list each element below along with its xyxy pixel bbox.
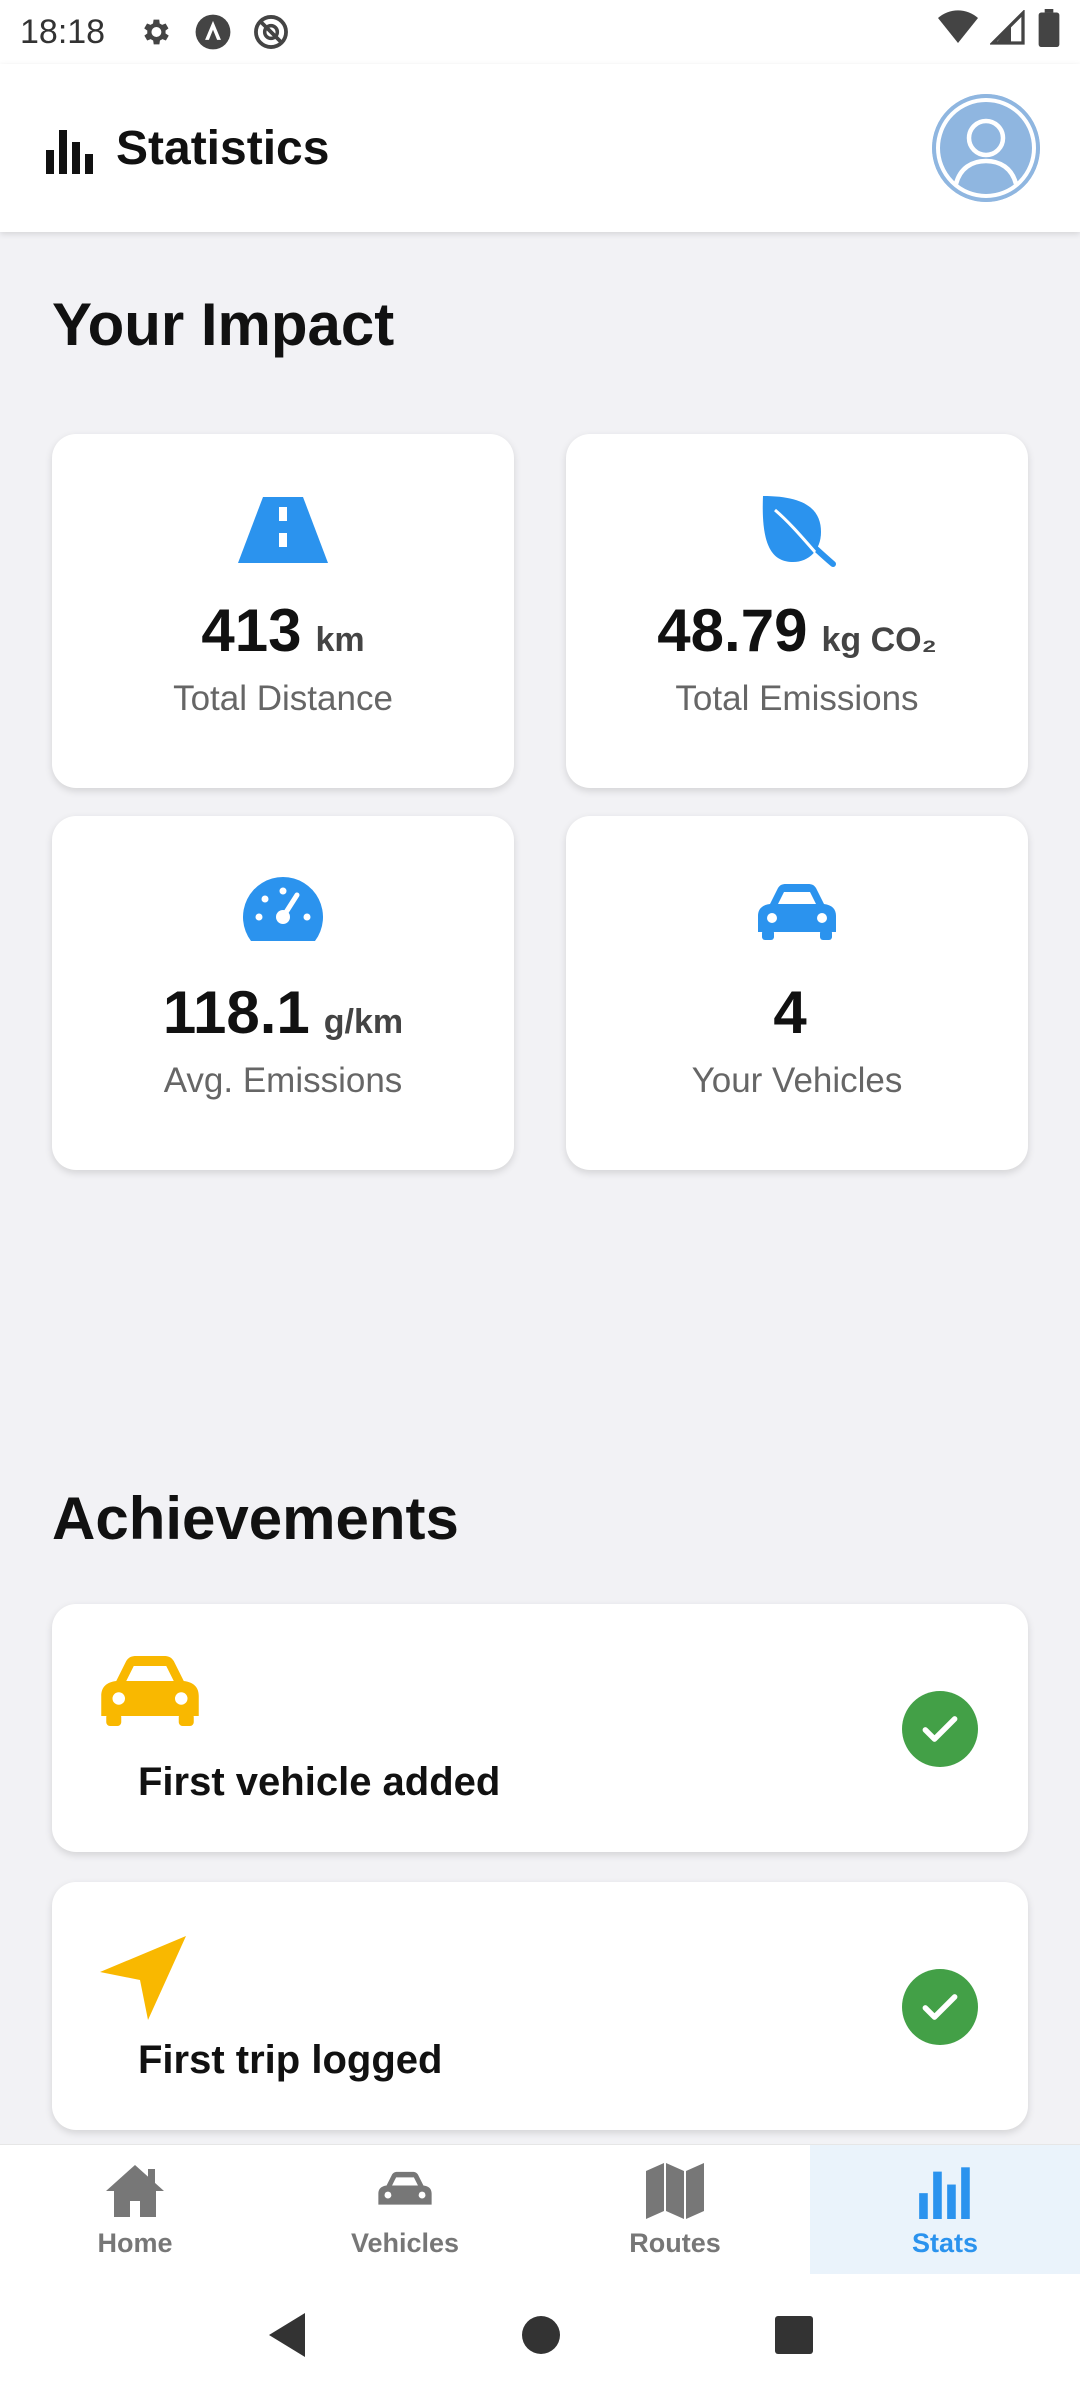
battery-icon xyxy=(1038,8,1060,56)
section-title-achievements: Achievements xyxy=(52,1485,459,1552)
value-row: 118.1 g/km xyxy=(163,978,403,1047)
stat-value: 48.79 xyxy=(657,597,808,664)
map-icon xyxy=(643,2162,707,2220)
signal-icon xyxy=(989,8,1026,55)
blocked-icon xyxy=(251,12,291,52)
value-row: 48.79 kg CO₂ xyxy=(657,596,936,665)
stat-card-your-vehicles: 4 Your Vehicles xyxy=(566,816,1028,1170)
stat-label: Total Emissions xyxy=(675,679,919,718)
profile-avatar-icon[interactable] xyxy=(932,94,1040,202)
navigation-arrow-icon xyxy=(98,1934,202,2026)
home-circle-icon[interactable] xyxy=(520,2314,562,2361)
app-bar: Statistics xyxy=(0,64,1080,232)
leaf-icon xyxy=(752,490,842,570)
car-icon xyxy=(98,1656,202,1748)
value-row: 413 km xyxy=(201,596,364,665)
nav-item-home[interactable]: Home xyxy=(0,2145,270,2275)
home-icon xyxy=(103,2162,167,2220)
nav-item-vehicles[interactable]: Vehicles xyxy=(270,2145,540,2275)
stat-value: 4 xyxy=(773,979,807,1046)
speedometer-icon xyxy=(238,872,328,952)
section-title-impact: Your Impact xyxy=(52,291,395,358)
bar-chart-icon xyxy=(913,2162,977,2220)
stat-label: Your Vehicles xyxy=(691,1061,903,1100)
road-icon xyxy=(238,490,328,570)
page-title: Statistics xyxy=(116,121,330,175)
stat-unit: kg CO₂ xyxy=(821,621,937,659)
stat-card-total-distance: 413 km Total Distance xyxy=(52,434,514,788)
bottom-nav: Home Vehicles Routes Stats xyxy=(0,2144,1080,2275)
nav-label: Home xyxy=(97,2227,173,2258)
stat-label: Total Distance xyxy=(173,679,393,718)
achievement-card-first-vehicle: First vehicle added xyxy=(52,1604,1028,1852)
achievement-card-first-trip: First trip logged xyxy=(52,1882,1028,2130)
nav-a-icon xyxy=(193,12,233,52)
stat-card-total-emissions: 48.79 kg CO₂ Total Emissions xyxy=(566,434,1028,788)
car-icon xyxy=(752,872,842,952)
achievement-label: First trip logged xyxy=(138,2038,443,2082)
status-bar: 18:18 xyxy=(0,0,1080,64)
achievement-label: First vehicle added xyxy=(138,1760,501,1804)
wifi-icon xyxy=(938,9,978,55)
stat-value: 118.1 xyxy=(162,979,310,1046)
back-icon[interactable] xyxy=(265,2311,309,2364)
status-right-icons xyxy=(938,8,1060,56)
stat-label: Avg. Emissions xyxy=(163,1061,403,1100)
bar-chart-icon xyxy=(46,122,94,174)
system-nav xyxy=(0,2274,1080,2400)
check-circle-icon xyxy=(902,1969,978,2045)
car-icon xyxy=(373,2162,437,2220)
nav-label: Vehicles xyxy=(350,2227,460,2258)
check-circle-icon xyxy=(902,1691,978,1767)
stat-card-avg-emissions: 118.1 g/km Avg. Emissions xyxy=(52,816,514,1170)
stat-value: 413 xyxy=(201,597,302,664)
value-row: 4 xyxy=(773,978,820,1047)
nav-item-routes[interactable]: Routes xyxy=(540,2145,810,2275)
recents-icon[interactable] xyxy=(773,2314,815,2361)
nav-label: Routes xyxy=(629,2227,721,2258)
nav-item-stats[interactable]: Stats xyxy=(810,2145,1080,2275)
stat-unit: g/km xyxy=(323,1003,404,1041)
gear-icon xyxy=(135,12,175,52)
nav-label: Stats xyxy=(911,2227,979,2258)
stat-unit: km xyxy=(315,621,365,659)
status-time: 18:18 xyxy=(20,12,106,51)
